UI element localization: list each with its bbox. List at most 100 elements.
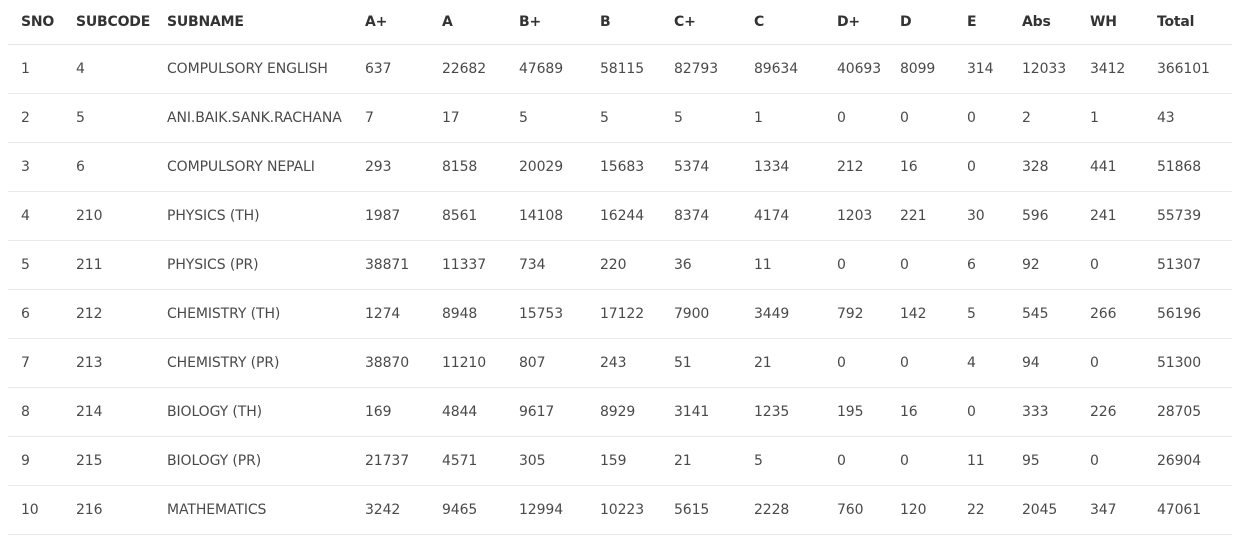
cell-grade-a: 8158	[429, 142, 506, 192]
cell-grade-a: 4844	[429, 387, 506, 437]
column-header-withheld: WH	[1077, 0, 1144, 45]
cell-grade-a: 11210	[429, 338, 506, 388]
cell-subcode: 4	[63, 44, 154, 94]
column-header-subname: SUBNAME	[154, 0, 352, 45]
cell-total: 51868	[1144, 142, 1232, 192]
column-header-grade-d: D	[887, 0, 954, 45]
cell-grade-a: 11337	[429, 240, 506, 290]
cell-grade-e: 11	[954, 436, 1009, 486]
cell-subcode: 211	[63, 240, 154, 290]
cell-grade-b-plus: 734	[506, 240, 587, 290]
cell-subcode: 210	[63, 191, 154, 241]
cell-grade-c: 11	[741, 240, 824, 290]
cell-subname: PHYSICS (PR)	[154, 240, 352, 290]
cell-sno: 1	[8, 44, 63, 94]
cell-grade-d: 0	[887, 93, 954, 143]
cell-grade-a-plus: 1987	[352, 191, 429, 241]
cell-grade-c-plus: 5374	[661, 142, 741, 192]
cell-subname: BIOLOGY (PR)	[154, 436, 352, 486]
cell-grade-d: 16	[887, 142, 954, 192]
cell-grade-e: 0	[954, 142, 1009, 192]
cell-subname: PHYSICS (TH)	[154, 191, 352, 241]
cell-grade-c: 4174	[741, 191, 824, 241]
table-row: 7 213 CHEMISTRY (PR) 38870 11210 807 243 51 21 0 0…	[8, 338, 1232, 388]
cell-sno: 6	[8, 289, 63, 339]
column-header-sno: SNO	[8, 0, 63, 45]
column-header-grade-a: A	[429, 0, 506, 45]
cell-grade-c: 2228	[741, 485, 824, 535]
grade-distribution-table: SNO SUBCODE SUBNAME A+ A B+ B C+ C D+ D E Abs WH Total…	[8, 0, 1232, 535]
column-header-subcode: SUBCODE	[63, 0, 154, 45]
cell-grade-a-plus: 1274	[352, 289, 429, 339]
cell-sno: 10	[8, 485, 63, 535]
cell-withheld: 1	[1077, 93, 1144, 143]
cell-grade-c-plus: 82793	[661, 44, 741, 94]
cell-grade-d-plus: 0	[824, 240, 887, 290]
cell-subcode: 213	[63, 338, 154, 388]
cell-grade-c-plus: 5	[661, 93, 741, 143]
cell-sno: 9	[8, 436, 63, 486]
column-header-grade-e: E	[954, 0, 1009, 45]
cell-grade-a: 22682	[429, 44, 506, 94]
cell-grade-e: 314	[954, 44, 1009, 94]
cell-grade-d-plus: 0	[824, 93, 887, 143]
cell-grade-d-plus: 40693	[824, 44, 887, 94]
column-header-grade-a-plus: A+	[352, 0, 429, 45]
column-header-total: Total	[1144, 0, 1232, 45]
cell-grade-a-plus: 169	[352, 387, 429, 437]
cell-grade-d: 16	[887, 387, 954, 437]
cell-grade-d: 8099	[887, 44, 954, 94]
cell-grade-c-plus: 36	[661, 240, 741, 290]
cell-grade-d-plus: 0	[824, 338, 887, 388]
cell-absent: 328	[1009, 142, 1077, 192]
cell-withheld: 226	[1077, 387, 1144, 437]
cell-absent: 596	[1009, 191, 1077, 241]
cell-total: 28705	[1144, 387, 1232, 437]
table-row: 5 211 PHYSICS (PR) 38871 11337 734 220 36 11 0 0 6 9…	[8, 240, 1232, 290]
cell-grade-b: 15683	[587, 142, 661, 192]
cell-withheld: 0	[1077, 240, 1144, 290]
cell-grade-b-plus: 47689	[506, 44, 587, 94]
cell-subcode: 214	[63, 387, 154, 437]
cell-grade-d: 221	[887, 191, 954, 241]
column-header-grade-b-plus: B+	[506, 0, 587, 45]
cell-grade-c: 1	[741, 93, 824, 143]
cell-grade-e: 6	[954, 240, 1009, 290]
cell-sno: 4	[8, 191, 63, 241]
cell-grade-b: 220	[587, 240, 661, 290]
cell-subname: COMPULSORY NEPALI	[154, 142, 352, 192]
cell-grade-c-plus: 8374	[661, 191, 741, 241]
cell-grade-b-plus: 305	[506, 436, 587, 486]
cell-grade-c-plus: 7900	[661, 289, 741, 339]
cell-absent: 545	[1009, 289, 1077, 339]
cell-grade-a-plus: 293	[352, 142, 429, 192]
cell-grade-b: 10223	[587, 485, 661, 535]
table-header: SNO SUBCODE SUBNAME A+ A B+ B C+ C D+ D E Abs WH Total	[8, 0, 1232, 45]
cell-grade-d-plus: 792	[824, 289, 887, 339]
cell-grade-a-plus: 3242	[352, 485, 429, 535]
cell-grade-a: 4571	[429, 436, 506, 486]
cell-total: 51307	[1144, 240, 1232, 290]
cell-grade-d: 0	[887, 436, 954, 486]
table-row: 8 214 BIOLOGY (TH) 169 4844 9617 8929 3141 1235 1…	[8, 387, 1232, 437]
cell-grade-d-plus: 760	[824, 485, 887, 535]
cell-grade-c: 1235	[741, 387, 824, 437]
cell-withheld: 0	[1077, 338, 1144, 388]
cell-total: 55739	[1144, 191, 1232, 241]
table-row: 3 6 COMPULSORY NEPALI 293 8158 20029 15683 5374…	[8, 142, 1232, 192]
cell-total: 366101	[1144, 44, 1232, 94]
cell-subname: ANI.BAIK.SANK.RACHANA	[154, 93, 352, 143]
cell-total: 26904	[1144, 436, 1232, 486]
table-row: 10 216 MATHEMATICS 3242 9465 12994 10223 5615 22…	[8, 485, 1232, 535]
cell-grade-c-plus: 51	[661, 338, 741, 388]
cell-grade-d: 120	[887, 485, 954, 535]
cell-total: 56196	[1144, 289, 1232, 339]
cell-total: 51300	[1144, 338, 1232, 388]
cell-grade-e: 0	[954, 387, 1009, 437]
cell-grade-d-plus: 195	[824, 387, 887, 437]
cell-grade-b-plus: 14108	[506, 191, 587, 241]
cell-sno: 3	[8, 142, 63, 192]
cell-grade-c: 1334	[741, 142, 824, 192]
header-row: SNO SUBCODE SUBNAME A+ A B+ B C+ C D+ D E Abs WH Total	[8, 0, 1232, 45]
cell-total: 43	[1144, 93, 1232, 143]
